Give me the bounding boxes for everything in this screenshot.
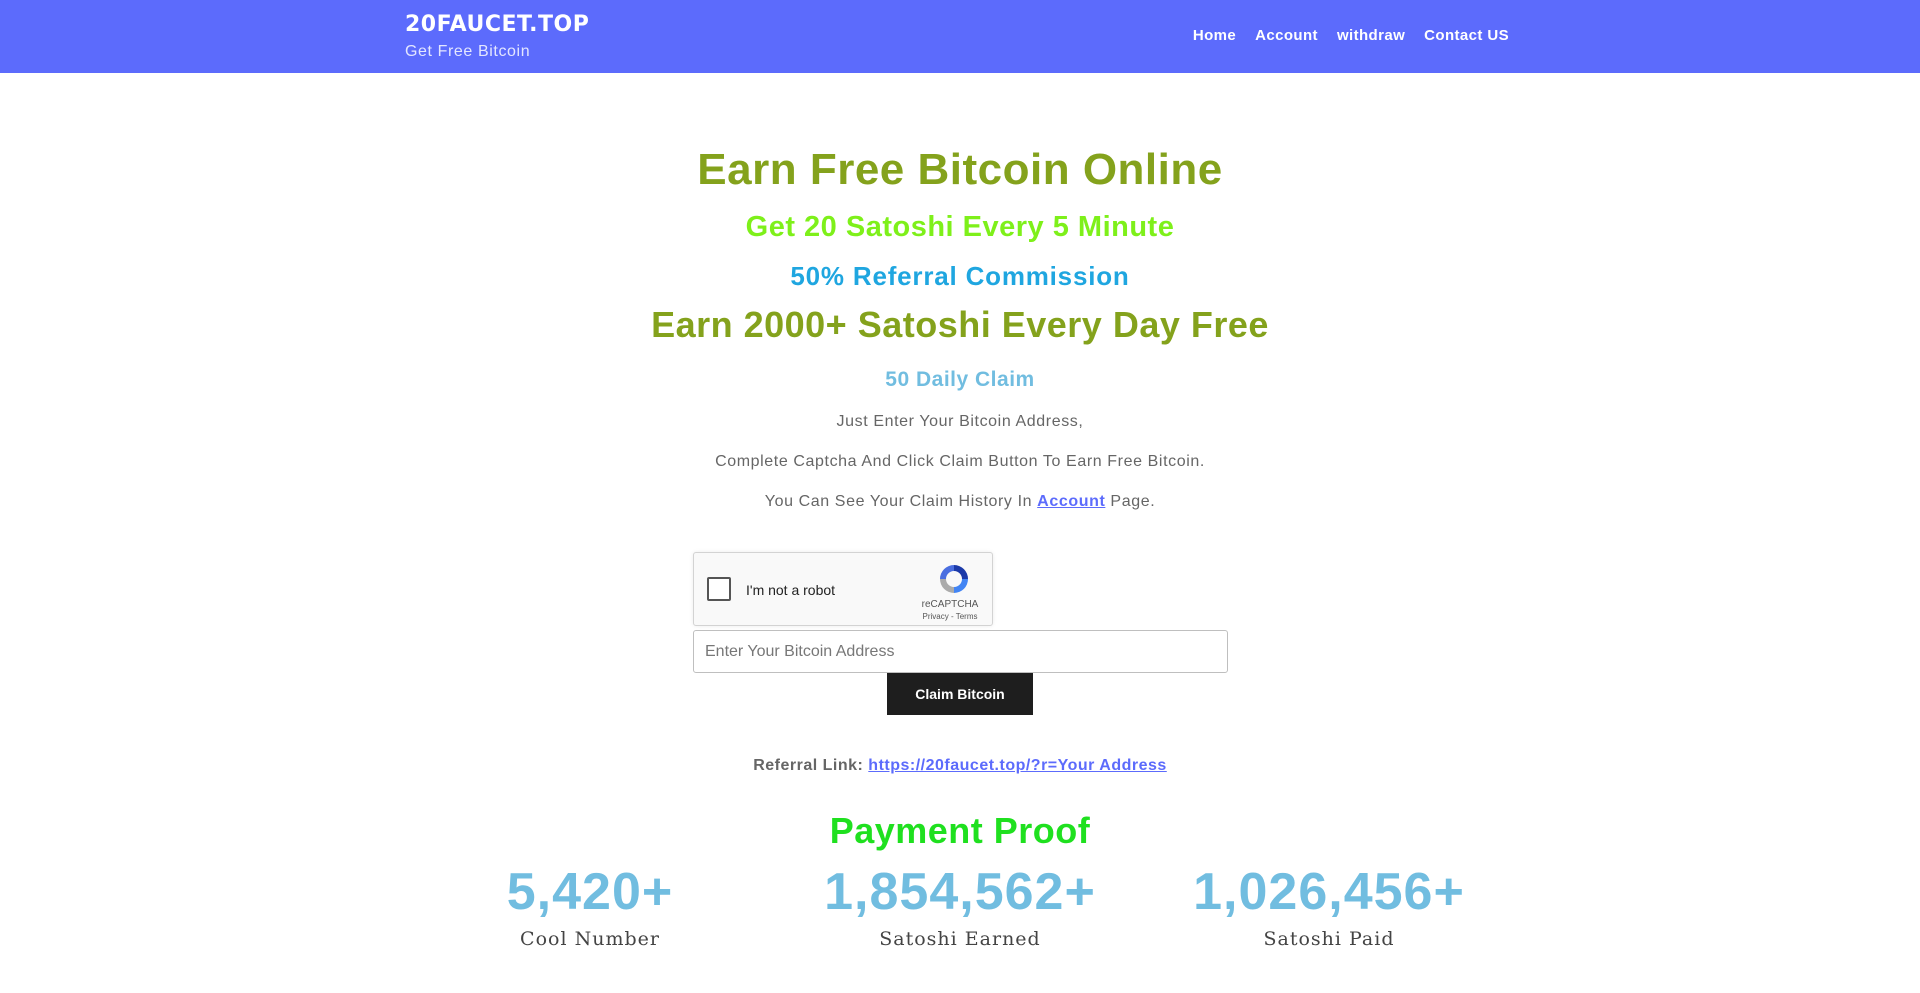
nav-home-link[interactable]: Home bbox=[1193, 27, 1236, 44]
bitcoin-address-input[interactable] bbox=[693, 630, 1228, 673]
daily-earning-heading: Earn 2000+ Satoshi Every Day Free bbox=[651, 304, 1269, 345]
instruction-line-3: You Can See Your Claim History In Accoun… bbox=[0, 493, 1920, 511]
recaptcha-links[interactable]: Privacy - Terms bbox=[920, 612, 980, 621]
nav-contact-link[interactable]: Contact US bbox=[1424, 27, 1509, 44]
brand[interactable]: 20FAUCET.TOP Get Free Bitcoin bbox=[405, 12, 589, 61]
hero-title: Earn Free Bitcoin Online bbox=[697, 145, 1223, 194]
recaptcha-label: I'm not a robot bbox=[746, 582, 836, 598]
hero-subtitle: Get 20 Satoshi Every 5 Minute bbox=[745, 211, 1175, 243]
recaptcha-widget: I'm not a robot reCAPTCHA Privacy - Term… bbox=[693, 552, 993, 626]
stat-value: 5,420+ bbox=[506, 863, 674, 921]
brand-title[interactable]: 20FAUCET.TOP bbox=[405, 12, 589, 37]
stat-label: Satoshi Earned bbox=[879, 928, 1041, 950]
referral-link[interactable]: https://20faucet.top/?r=Your Address bbox=[868, 757, 1166, 774]
recaptcha-logo-icon bbox=[940, 565, 968, 593]
referral-commission-heading: 50% Referral Commission bbox=[790, 261, 1130, 291]
referral-label: Referral Link: bbox=[753, 757, 864, 774]
instruction-line-2: Complete Captcha And Click Claim Button … bbox=[715, 453, 1205, 470]
site-header: 20FAUCET.TOP Get Free Bitcoin Home Accou… bbox=[0, 0, 1920, 73]
brand-subtitle: Get Free Bitcoin bbox=[405, 43, 531, 60]
claim-bitcoin-button[interactable]: Claim Bitcoin bbox=[887, 673, 1033, 715]
stat-satoshi-paid: 1,026,456+ Satoshi Paid bbox=[1129, 862, 1529, 950]
instruction-line-3-suffix: Page. bbox=[1110, 493, 1156, 510]
stat-satoshi-earned: 1,854,562+ Satoshi Earned bbox=[760, 862, 1160, 950]
daily-claim-heading: 50 Daily Claim bbox=[885, 368, 1035, 391]
nav-withdraw-link[interactable]: withdraw bbox=[1337, 27, 1405, 44]
referral-link-row: Referral Link: https://20faucet.top/?r=Y… bbox=[0, 757, 1920, 775]
recaptcha-checkbox[interactable] bbox=[707, 577, 731, 601]
payment-proof-heading: Payment Proof bbox=[829, 810, 1091, 851]
nav-account-link[interactable]: Account bbox=[1255, 27, 1318, 44]
instruction-line-3-prefix: You Can See Your Claim History In bbox=[764, 493, 1033, 510]
stat-label: Satoshi Paid bbox=[1263, 928, 1395, 950]
account-link[interactable]: Account bbox=[1037, 493, 1105, 510]
stat-value: 1,854,562+ bbox=[824, 863, 1096, 921]
stat-cool-number: 5,420+ Cool Number bbox=[390, 862, 790, 950]
main-nav: Home Account withdraw Contact US bbox=[1193, 27, 1509, 44]
stat-label: Cool Number bbox=[520, 928, 660, 950]
stat-value: 1,026,456+ bbox=[1193, 863, 1465, 921]
instruction-line-1: Just Enter Your Bitcoin Address, bbox=[836, 413, 1084, 430]
recaptcha-brand: reCAPTCHA bbox=[921, 599, 979, 610]
